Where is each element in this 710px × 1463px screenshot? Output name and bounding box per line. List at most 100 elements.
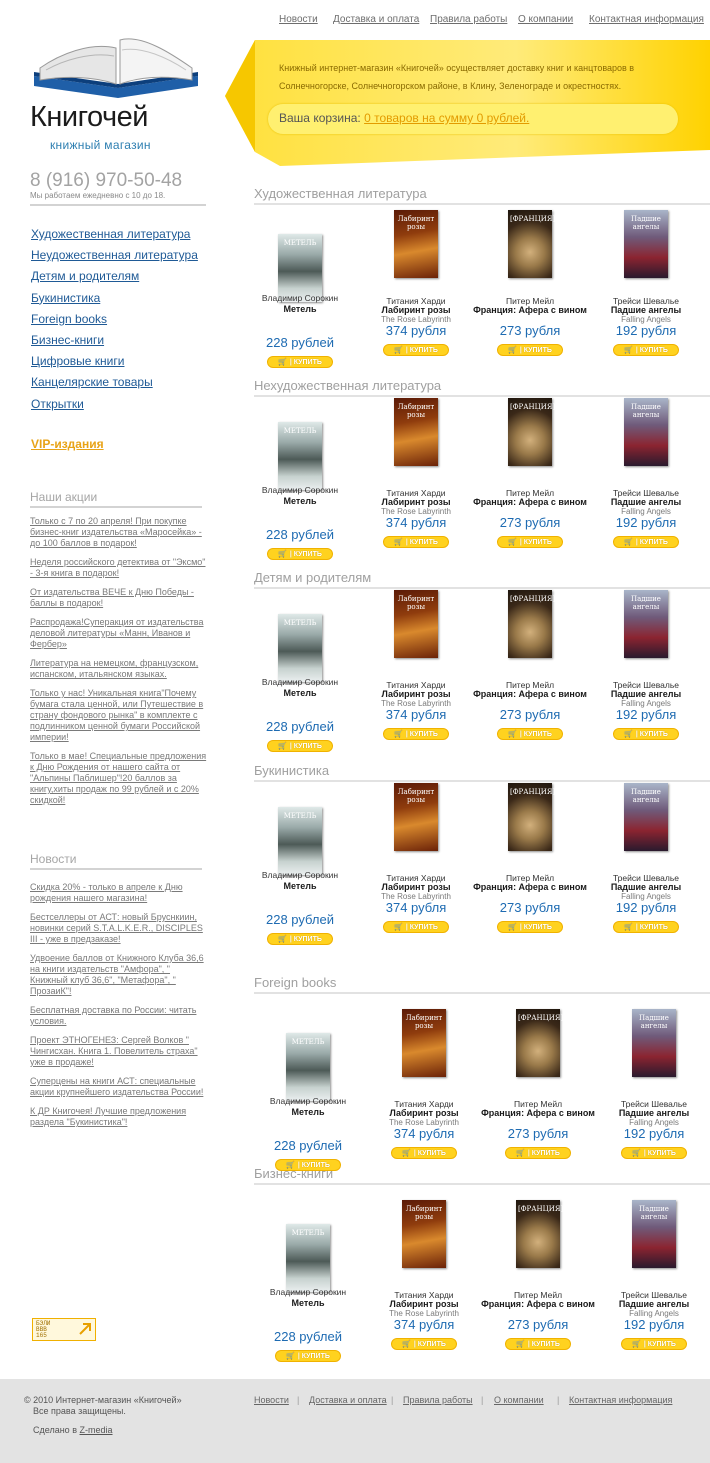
buy-button[interactable]: 🛒 | КУПИТЬ: [267, 933, 333, 945]
buy-button[interactable]: 🛒 | КУПИТЬ: [267, 740, 333, 752]
buy-button[interactable]: 🛒 | КУПИТЬ: [383, 536, 449, 548]
buy-button[interactable]: 🛒 | КУПИТЬ: [497, 536, 563, 548]
book-title[interactable]: Метель: [242, 496, 358, 506]
promo-item[interactable]: Неделя российского детектива от "Эксмо" …: [30, 557, 205, 578]
news-item[interactable]: Суперцены на книги АСТ: специальные акци…: [30, 1076, 203, 1097]
menu-item-foreign[interactable]: Foreign books: [31, 312, 211, 333]
promo-item[interactable]: Только с 7 по 20 апреля! При покупке биз…: [30, 516, 202, 548]
book-title[interactable]: Франция: Афера с вином: [472, 305, 588, 315]
section-title[interactable]: Foreign books: [254, 975, 336, 990]
top-nav-contacts[interactable]: Контактная информация: [589, 14, 704, 25]
book-cover[interactable]: Падшие ангелы: [632, 1200, 676, 1268]
book-cover[interactable]: [ФРАНЦИЯ]: [516, 1200, 563, 1268]
book-title[interactable]: Франция: Афера с вином: [472, 689, 588, 699]
book-cover[interactable]: Лабиринт розы: [402, 1200, 446, 1268]
top-nav-about[interactable]: О компании: [518, 14, 573, 25]
book-title[interactable]: Франция: Афера с вином: [480, 1108, 596, 1118]
menu-item-postcards[interactable]: Открытки: [31, 397, 211, 418]
made-by-link[interactable]: Z-media: [80, 1425, 113, 1435]
book-title[interactable]: Метель: [242, 688, 358, 698]
book-title[interactable]: Падшие ангелы: [588, 689, 704, 699]
book-cover[interactable]: МЕТЕЛЬ: [278, 234, 322, 302]
menu-item-children[interactable]: Детям и родителям: [31, 269, 211, 290]
buy-button[interactable]: 🛒 | КУПИТЬ: [391, 1338, 457, 1350]
menu-item-antiquarian[interactable]: Букинистика: [31, 291, 211, 312]
book-cover[interactable]: МЕТЕЛЬ: [278, 614, 322, 682]
buy-button[interactable]: 🛒 | КУПИТЬ: [621, 1338, 687, 1350]
buy-button[interactable]: 🛒 | КУПИТЬ: [275, 1350, 341, 1362]
buy-button[interactable]: 🛒 | КУПИТЬ: [383, 728, 449, 740]
book-cover[interactable]: [ФРАНЦИЯ]: [516, 1009, 563, 1077]
book-title[interactable]: Падшие ангелы: [596, 1299, 710, 1309]
buy-button[interactable]: 🛒 | КУПИТЬ: [505, 1147, 571, 1159]
book-cover[interactable]: МЕТЕЛЬ: [286, 1033, 330, 1101]
promo-item[interactable]: Только у нас! Уникальная книга"Почему бу…: [30, 688, 203, 742]
section-title[interactable]: Нехудожественная литература: [254, 378, 441, 393]
menu-item-fiction[interactable]: Художественная литература: [31, 227, 211, 248]
book-cover[interactable]: МЕТЕЛЬ: [286, 1224, 330, 1292]
news-item[interactable]: Проект ЭТНОГЕНЕЗ: Сергей Волков " Чингис…: [30, 1035, 198, 1067]
book-title[interactable]: Франция: Афера с вином: [472, 882, 588, 892]
book-title[interactable]: Франция: Афера с вином: [480, 1299, 596, 1309]
buy-button[interactable]: 🛒 | КУПИТЬ: [383, 344, 449, 356]
footer-nav-delivery[interactable]: Доставка и оплата: [309, 1395, 387, 1405]
book-title[interactable]: Метель: [250, 1107, 366, 1117]
footer-nav-rules[interactable]: Правила работы: [403, 1395, 473, 1405]
book-title[interactable]: Лабиринт розы: [358, 689, 474, 699]
menu-item-digital[interactable]: Цифровые книги: [31, 354, 211, 375]
vip-link[interactable]: VIP-издания: [31, 437, 104, 451]
promo-item[interactable]: От издательства ВЕЧЕ к Дню Победы - балл…: [30, 587, 194, 608]
section-title[interactable]: Художественная литература: [254, 186, 427, 201]
book-title[interactable]: Метель: [242, 881, 358, 891]
buy-button[interactable]: 🛒 | КУПИТЬ: [613, 344, 679, 356]
news-item[interactable]: Бестселлеры от АСТ: новый Бруснкиин, нов…: [30, 912, 203, 944]
book-cover[interactable]: Лабиринт розы: [394, 783, 438, 851]
buy-button[interactable]: 🛒 | КУПИТЬ: [497, 344, 563, 356]
book-title[interactable]: Лабиринт розы: [358, 305, 474, 315]
book-title[interactable]: Метель: [250, 1298, 366, 1308]
menu-item-business[interactable]: Бизнес-книги: [31, 333, 211, 354]
news-item[interactable]: Бесплатная доставка по России: читать ус…: [30, 1005, 196, 1026]
book-cover[interactable]: [ФРАНЦИЯ]: [508, 210, 555, 278]
top-nav-rules[interactable]: Правила работы: [430, 14, 507, 25]
news-item[interactable]: Удвоение баллов от Книжного Клуба 36,6 н…: [30, 953, 204, 996]
buy-button[interactable]: 🛒 | КУПИТЬ: [497, 921, 563, 933]
brand-name[interactable]: Книгочей: [30, 101, 148, 134]
book-cover[interactable]: Лабиринт розы: [394, 210, 438, 278]
promo-item[interactable]: Только в мае! Специальные предложения к …: [30, 751, 206, 805]
book-title[interactable]: Падшие ангелы: [588, 882, 704, 892]
buy-button[interactable]: 🛒 | КУПИТЬ: [497, 728, 563, 740]
footer-nav-about[interactable]: О компании: [494, 1395, 544, 1405]
book-cover[interactable]: Падшие ангелы: [624, 398, 668, 466]
buy-button[interactable]: 🛒 | КУПИТЬ: [267, 356, 333, 368]
book-cover[interactable]: [ФРАНЦИЯ]: [508, 590, 555, 658]
book-title[interactable]: Падшие ангелы: [588, 497, 704, 507]
book-cover[interactable]: МЕТЕЛЬ: [278, 422, 322, 490]
news-item[interactable]: К ДР Книгочея! Лучшие предложения раздел…: [30, 1106, 186, 1127]
footer-nav-news[interactable]: Новости: [254, 1395, 289, 1405]
book-cover[interactable]: Падшие ангелы: [624, 590, 668, 658]
visit-counter-badge[interactable]: БЭЛИ ВВВ 165: [32, 1318, 96, 1341]
book-title[interactable]: Лабиринт розы: [358, 882, 474, 892]
book-title[interactable]: Метель: [242, 304, 358, 314]
promo-item[interactable]: Литература на немецком, французском, исп…: [30, 658, 198, 679]
buy-button[interactable]: 🛒 | КУПИТЬ: [613, 536, 679, 548]
buy-button[interactable]: 🛒 | КУПИТЬ: [391, 1147, 457, 1159]
book-title[interactable]: Франция: Афера с вином: [472, 497, 588, 507]
book-cover[interactable]: Падшие ангелы: [624, 783, 668, 851]
buy-button[interactable]: 🛒 | КУПИТЬ: [383, 921, 449, 933]
book-cover[interactable]: Лабиринт розы: [394, 398, 438, 466]
promo-item[interactable]: Распродажа!Суперакция от издательства де…: [30, 617, 203, 649]
buy-button[interactable]: 🛒 | КУПИТЬ: [613, 921, 679, 933]
book-cover[interactable]: [ФРАНЦИЯ]: [508, 783, 555, 851]
top-nav-news[interactable]: Новости: [279, 14, 318, 25]
buy-button[interactable]: 🛒 | КУПИТЬ: [613, 728, 679, 740]
section-title[interactable]: Бизнес-книги: [254, 1166, 333, 1181]
cart-link[interactable]: 0 товаров на сумму 0 рублей.: [364, 111, 529, 125]
book-cover[interactable]: МЕТЕЛЬ: [278, 807, 322, 875]
book-cover[interactable]: Лабиринт розы: [402, 1009, 446, 1077]
book-title[interactable]: Падшие ангелы: [588, 305, 704, 315]
section-title[interactable]: Букинистика: [254, 763, 329, 778]
buy-button[interactable]: 🛒 | КУПИТЬ: [267, 548, 333, 560]
buy-button[interactable]: 🛒 | КУПИТЬ: [621, 1147, 687, 1159]
